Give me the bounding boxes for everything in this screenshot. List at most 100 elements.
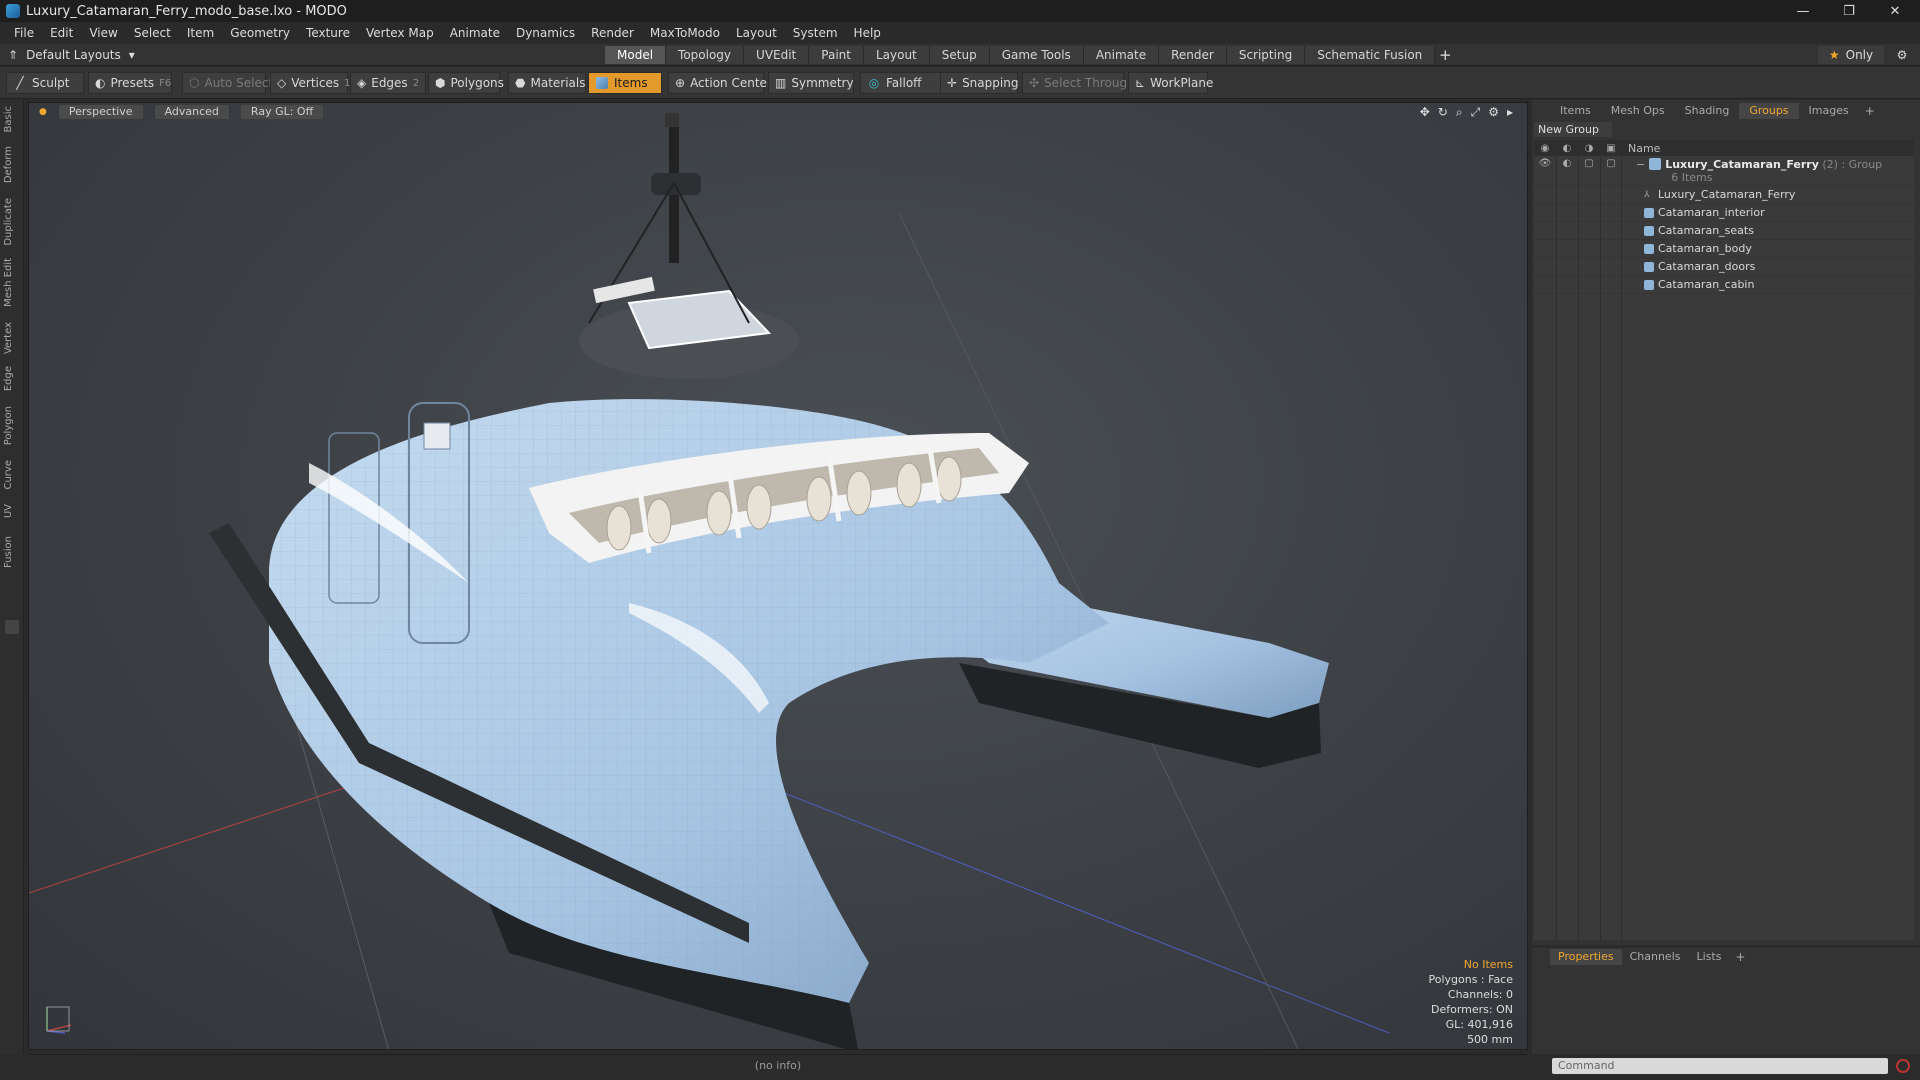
tab-images[interactable]: Images [1799, 103, 1859, 119]
tab-scripting[interactable]: Scripting [1226, 46, 1306, 64]
falloff-icon: ◎ [868, 76, 880, 90]
presets-button[interactable]: ◐ Presets F6 [88, 72, 172, 94]
visibility-col-icon[interactable]: ◉ [1534, 143, 1556, 154]
menu-maxtomodo[interactable]: MaxToModo [642, 26, 728, 40]
tab-mesh-ops[interactable]: Mesh Ops [1601, 103, 1675, 119]
menu-animate[interactable]: Animate [442, 26, 508, 40]
advanced-button[interactable]: Advanced [154, 105, 229, 119]
fit-icon[interactable]: ⤢ [1471, 105, 1481, 120]
tab-game-tools[interactable]: Game Tools [989, 46, 1084, 64]
items-button[interactable]: Items [588, 72, 662, 94]
tab-model[interactable]: Model [605, 46, 667, 64]
tab-animate[interactable]: Animate [1083, 46, 1160, 64]
3d-viewport[interactable]: ● Perspective Advanced Ray GL: Off ✥ ↻ ⌕… [28, 102, 1528, 1050]
expand-icon[interactable]: − [1636, 158, 1645, 171]
zoom-icon[interactable]: ⌕ [1456, 105, 1463, 120]
tab-setup[interactable]: Setup [929, 46, 990, 64]
render-col-icon[interactable]: ◐ [1556, 143, 1578, 154]
raygl-button[interactable]: Ray GL: Off [240, 105, 324, 119]
vtab-edge[interactable]: Edge [3, 366, 21, 391]
vertices-button[interactable]: ◇ Vertices 1 [270, 72, 350, 94]
tab-uvedit[interactable]: UVEdit [744, 46, 810, 64]
list-item[interactable]: Catamaran_cabin [1534, 276, 1914, 294]
workplane-button[interactable]: ⊾ WorkPlane [1128, 72, 1213, 94]
close-button[interactable]: ✕ [1872, 0, 1918, 22]
add-tab-icon[interactable]: + [1435, 46, 1455, 64]
panel-toggle-button[interactable] [5, 620, 19, 634]
lock-icon[interactable]: ▢ [1578, 158, 1600, 169]
group-row[interactable]: 👁 ◐ ▢ ▢ − Luxury_Catamaran_Ferry (2) : G… [1534, 156, 1914, 186]
menu-edit[interactable]: Edit [42, 26, 81, 40]
menu-geometry[interactable]: Geometry [222, 26, 298, 40]
vtab-duplicate[interactable]: Duplicate [3, 198, 21, 246]
vtab-polygon[interactable]: Polygon [3, 406, 21, 445]
add-properties-tab-icon[interactable]: + [1729, 950, 1751, 964]
minimize-button[interactable]: — [1780, 0, 1826, 22]
list-item[interactable]: Catamaran_interior [1534, 204, 1914, 222]
menu-help[interactable]: Help [846, 26, 889, 40]
menu-layout[interactable]: Layout [728, 26, 785, 40]
snapping-icon: ✛ [947, 76, 958, 90]
vtab-vertex[interactable]: Vertex [3, 322, 21, 354]
pan-icon[interactable]: ✥ [1420, 105, 1430, 120]
name-column-header: Name [1628, 141, 1661, 155]
menu-select[interactable]: Select [126, 26, 179, 40]
viewport-arrow-icon[interactable]: ▸ [1507, 105, 1513, 120]
tab-schematic-fusion[interactable]: Schematic Fusion [1305, 46, 1436, 64]
symmetry-button[interactable]: ▥ Symmetry [768, 72, 854, 94]
sculpt-button[interactable]: ╱ Sculpt [6, 72, 84, 94]
select-col-icon[interactable]: ▣ [1600, 143, 1622, 154]
snapping-button[interactable]: ✛ Snapping [940, 72, 1018, 94]
menu-system[interactable]: System [785, 26, 846, 40]
tab-groups[interactable]: Groups [1739, 103, 1799, 119]
tab-paint[interactable]: Paint [809, 46, 864, 64]
perspective-button[interactable]: Perspective [58, 105, 143, 119]
tab-items[interactable]: Items [1550, 103, 1601, 119]
render-icon[interactable]: ◐ [1556, 158, 1578, 169]
action-center-button[interactable]: ⊕ Action Center [668, 72, 772, 94]
vtab-mesh-edit[interactable]: Mesh Edit [3, 258, 21, 307]
list-item[interactable]: ⅄ Luxury_Catamaran_Ferry [1534, 186, 1914, 204]
menu-texture[interactable]: Texture [298, 26, 358, 40]
vtab-fusion[interactable]: Fusion [3, 536, 21, 568]
select-icon[interactable]: ▢ [1600, 158, 1622, 169]
vtab-basic[interactable]: Basic [3, 106, 21, 132]
menu-view[interactable]: View [81, 26, 125, 40]
falloff-button[interactable]: ◎ Falloff [860, 72, 942, 94]
vtab-uv[interactable]: UV [3, 504, 21, 518]
vtab-curve[interactable]: Curve [3, 460, 21, 490]
eye-icon[interactable]: 👁 [1534, 158, 1556, 169]
list-item[interactable]: Catamaran_doors [1534, 258, 1914, 276]
edges-button[interactable]: ◈ Edges 2 [350, 72, 426, 94]
command-input[interactable]: Command [1552, 1058, 1888, 1074]
tab-channels[interactable]: Channels [1622, 949, 1689, 965]
lock-col-icon[interactable]: ◑ [1578, 143, 1600, 154]
layout-selector[interactable]: ⇑ Default Layouts ▾ [8, 46, 135, 64]
rotate-icon[interactable]: ↻ [1438, 105, 1448, 120]
materials-button[interactable]: ⬣ Materials [508, 72, 586, 94]
tab-shading[interactable]: Shading [1675, 103, 1740, 119]
list-item[interactable]: Catamaran_seats [1534, 222, 1914, 240]
tab-properties[interactable]: Properties [1550, 949, 1622, 965]
menu-dynamics[interactable]: Dynamics [508, 26, 583, 40]
vtab-deform[interactable]: Deform [3, 146, 21, 183]
tab-layout[interactable]: Layout [863, 46, 930, 64]
list-item[interactable]: Catamaran_body [1534, 240, 1914, 258]
restore-button[interactable]: ❐ [1826, 0, 1872, 22]
gear-icon[interactable]: ⚙ [1890, 46, 1914, 64]
auto-select-button[interactable]: ⬡ Auto Select [182, 72, 273, 94]
menu-item[interactable]: Item [179, 26, 222, 40]
menu-file[interactable]: File [6, 26, 42, 40]
tab-lists[interactable]: Lists [1689, 949, 1730, 965]
menu-vertex-map[interactable]: Vertex Map [358, 26, 442, 40]
polygons-button[interactable]: ⬢ Polygons [428, 72, 504, 94]
new-group-button[interactable]: New Group [1534, 122, 1612, 137]
tab-topology[interactable]: Topology [666, 46, 745, 64]
tab-render[interactable]: Render [1159, 46, 1227, 64]
stop-icon[interactable] [1896, 1059, 1910, 1073]
only-button[interactable]: ★ Only [1818, 46, 1884, 64]
select-through-button[interactable]: ✣ Select Through [1022, 72, 1135, 94]
viewport-gear-icon[interactable]: ⚙ [1488, 105, 1499, 120]
menu-render[interactable]: Render [583, 26, 642, 40]
add-panel-tab-icon[interactable]: + [1859, 104, 1881, 118]
